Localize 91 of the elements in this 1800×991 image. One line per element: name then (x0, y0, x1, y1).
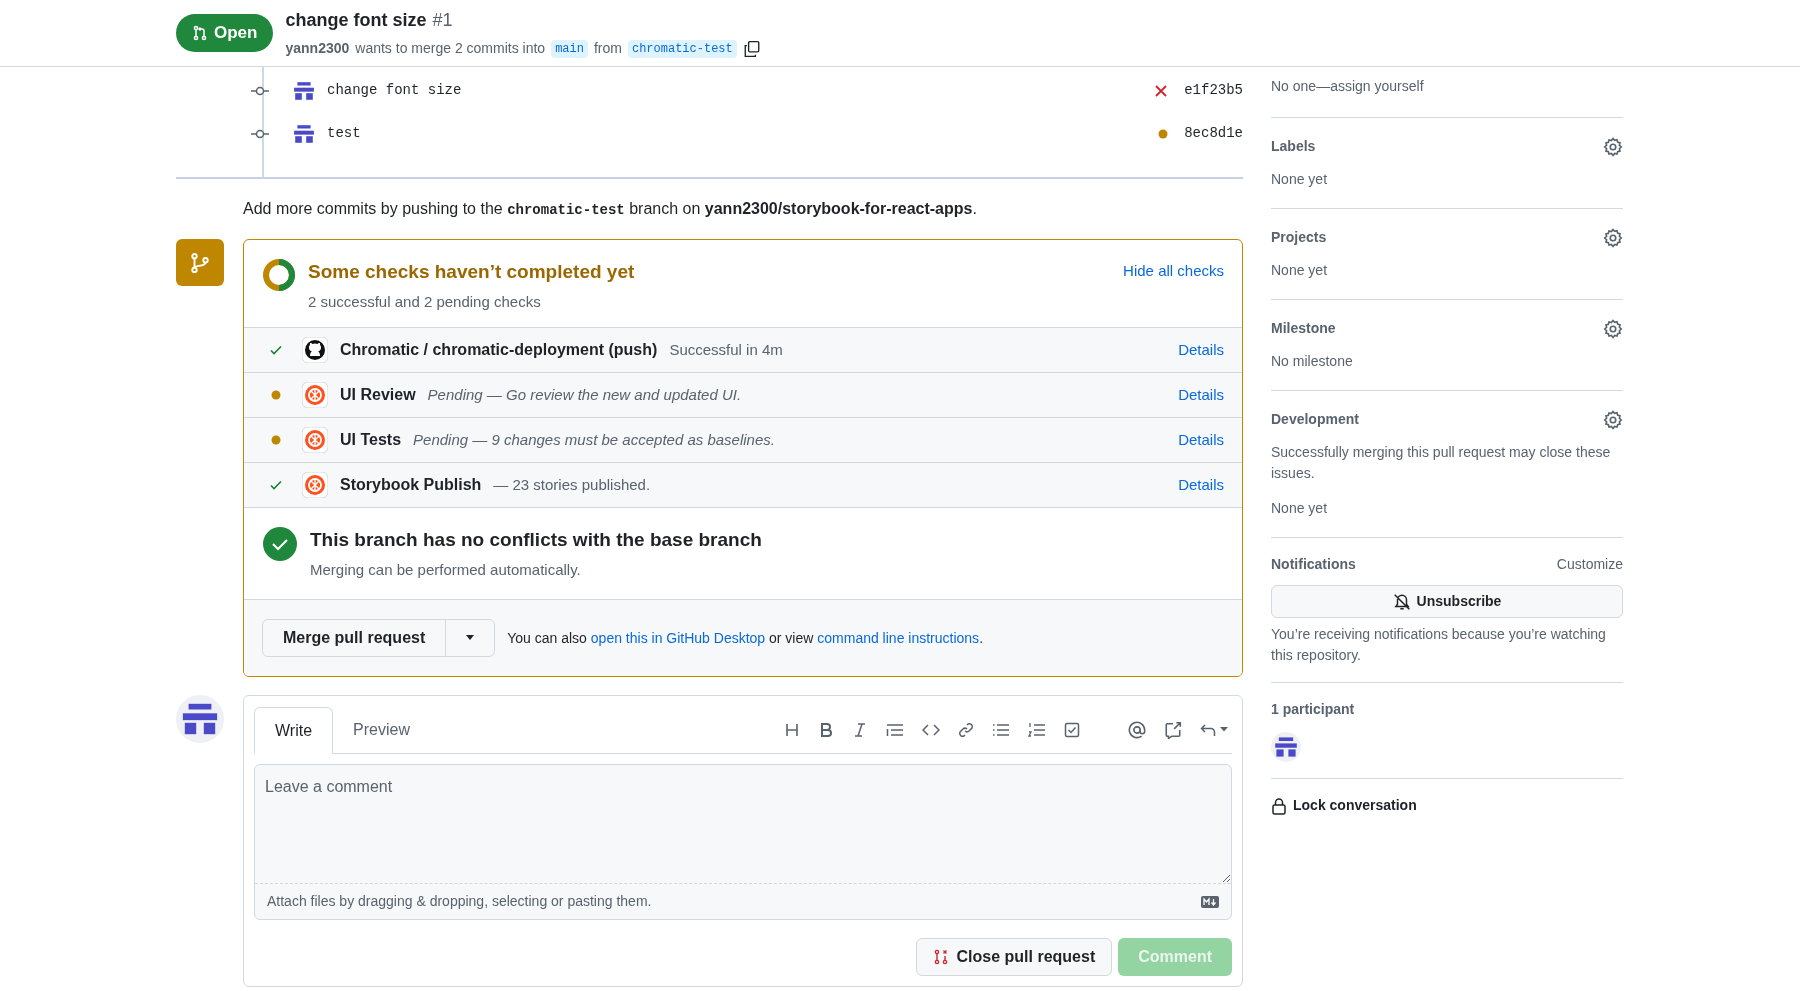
checks-title: Some checks haven’t completed yet (308, 260, 636, 284)
lock-icon (1271, 796, 1287, 815)
check-name: Chromatic / chromatic-deployment (push) (340, 340, 658, 360)
aperture-logo-icon (302, 382, 328, 408)
sidebar-text: Successfully merging this pull request may close these issues. (1271, 443, 1612, 483)
settings-icon[interactable] (1603, 409, 1623, 430)
details-link[interactable]: Details (1178, 428, 1224, 452)
participant-avatar[interactable] (1271, 732, 1301, 762)
unsubscribe-button[interactable]: Unsubscribe (1271, 585, 1623, 618)
branch-icon (189, 251, 211, 274)
editor-tab[interactable]: Preview (333, 706, 430, 753)
close-pull-request-button[interactable]: Close pull request (915, 938, 1113, 976)
sidebar-heading: Notifications (1271, 555, 1356, 574)
settings-icon[interactable] (1603, 227, 1623, 248)
head-branch-label[interactable]: chromatic-test (627, 39, 737, 58)
notification-note: You’re receiving notifications because you’re watching this repository. (1271, 625, 1607, 665)
aperture-logo-icon (302, 427, 328, 453)
check-name: UI Tests (340, 430, 402, 450)
bulleted-list-icon[interactable] (992, 721, 1010, 738)
open-status-badge: Open (176, 14, 274, 52)
from-label: from (593, 39, 622, 58)
sidebar-heading[interactable]: Projects (1271, 227, 1327, 248)
aperture-logo-icon (302, 472, 328, 498)
settings-icon[interactable] (1603, 318, 1623, 339)
push-hint-text: Add more commits by pushing to the chromatic-test branch on yann2300/storybook-for-react-apps. (242, 199, 978, 220)
hide-checks-link[interactable]: Hide all checks (1123, 260, 1224, 283)
check-description: Pending — Go review the new and updated UI. (427, 384, 743, 405)
heading-icon[interactable] (784, 721, 800, 738)
undo-icon (1200, 722, 1216, 737)
base-branch-label[interactable]: main (551, 39, 588, 58)
merge-description: wants to merge 2 commits into (355, 39, 546, 58)
pull-request-title: change font size (285, 9, 427, 32)
details-link[interactable]: Details (1178, 338, 1224, 362)
bell-slash-icon (1392, 592, 1411, 611)
bold-icon[interactable] (818, 721, 834, 738)
comment-field[interactable]: Leave a comment Attach files by dragging & dropping, selecting or pasting them. (254, 764, 1232, 920)
avatar-icon (293, 122, 315, 145)
sidebar-text: None yet (1271, 261, 1329, 280)
progress-ring-icon (262, 258, 296, 292)
pull-request-number: #1 (432, 9, 453, 32)
desktop-link[interactable]: open this in GitHub Desktop (590, 629, 766, 646)
details-link[interactable]: Details (1178, 473, 1224, 497)
commit-message[interactable]: test (327, 123, 1147, 144)
caret-icon (1220, 727, 1228, 732)
sidebar-text: No milestone (1271, 352, 1354, 371)
check-description: Pending — 9 changes must be accepted as baselines. (413, 429, 776, 450)
checks-summary: 2 successful and 2 pending checks (308, 291, 542, 312)
sidebar-heading[interactable]: Milestone (1271, 318, 1336, 339)
details-link[interactable]: Details (1178, 383, 1224, 407)
author-link[interactable]: yann2300 (285, 38, 350, 59)
attach-files-hint: Attach files by dragging & dropping, selecting or pasting them. (267, 892, 652, 911)
check-description: — 23 stories published. (493, 474, 652, 495)
commit-sha[interactable]: 8ec8d1e (1184, 123, 1243, 144)
commit-node-icon (251, 84, 269, 97)
task-list-icon[interactable] (1064, 721, 1080, 738)
italic-icon[interactable] (852, 721, 868, 738)
success-check-icon (262, 526, 298, 562)
avatar-icon (293, 79, 315, 102)
mention-icon[interactable] (1128, 720, 1146, 739)
commit-sha[interactable]: e1f23b5 (1184, 80, 1243, 101)
pull-request-icon (192, 25, 208, 41)
sidebar-text: No one—assign yourself (1271, 77, 1425, 96)
quote-icon[interactable] (886, 721, 904, 738)
code-icon[interactable] (922, 721, 940, 738)
sidebar-heading: 1 participant (1271, 700, 1356, 719)
sidebar-heading[interactable]: Development (1271, 409, 1359, 430)
caret-icon (465, 635, 476, 641)
customize-link[interactable]: Customize (1556, 554, 1623, 575)
sidebar-heading[interactable]: Labels (1271, 136, 1316, 157)
avatar-icon (1274, 735, 1298, 759)
markdown-icon (1201, 895, 1219, 908)
commit-message[interactable]: change font size (327, 80, 1143, 101)
commit-node-icon (251, 127, 269, 140)
conflicts-subtitle: Merging can be performed automatically. (310, 559, 582, 580)
check-description: Successful in 4m (669, 339, 784, 360)
lock-conversation-link[interactable]: Lock conversation (1271, 779, 1623, 816)
cross-reference-icon[interactable] (1164, 720, 1182, 739)
copy-icon[interactable] (742, 39, 761, 58)
octocat-icon (302, 337, 328, 363)
check-name: UI Review (340, 385, 416, 405)
merge-hint-text: You can also open this in GitHub Desktop or view command line instructions. (507, 628, 983, 648)
closed-pull-request-icon (932, 949, 949, 965)
conflicts-title: This branch has no conflicts with the base branch (310, 528, 762, 552)
check-name: Storybook Publish (340, 475, 482, 495)
link-icon[interactable] (958, 721, 974, 738)
sidebar-text: None yet (1271, 170, 1329, 189)
sidebar-text: None yet (1271, 499, 1329, 518)
settings-icon[interactable] (1603, 136, 1623, 157)
undo-menu[interactable] (1200, 722, 1228, 737)
editor-tab[interactable]: Write (254, 707, 334, 754)
numbered-list-icon[interactable] (1028, 721, 1046, 738)
